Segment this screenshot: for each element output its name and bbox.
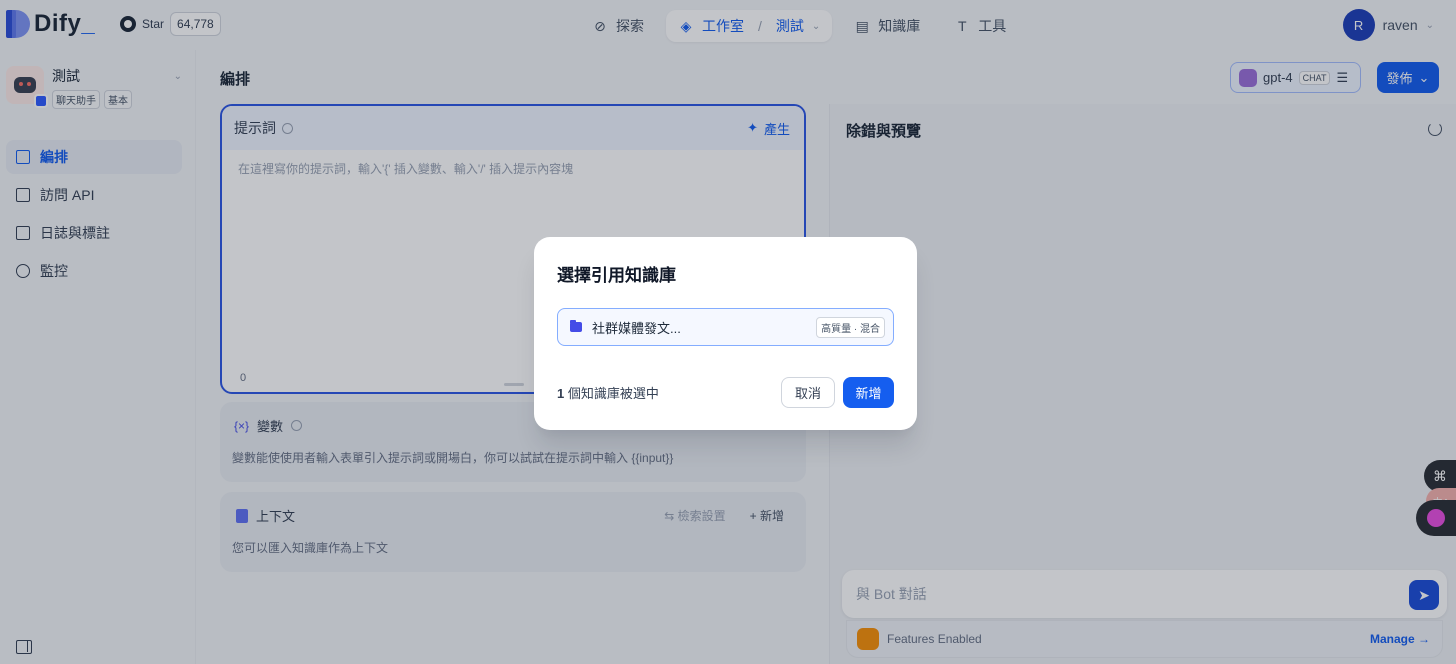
selected-count-label: 個知識庫被選中 (567, 386, 659, 401)
dialog-title: 選擇引用知識庫 (557, 266, 676, 285)
knowledge-name: 社群媒體發文... (592, 320, 681, 336)
add-button[interactable]: 新增 (843, 377, 894, 408)
knowledge-option[interactable]: 社群媒體發文... 高質量 · 混合 (557, 308, 894, 346)
cancel-button[interactable]: 取消 (781, 377, 835, 408)
select-knowledge-dialog: 選擇引用知識庫 社群媒體發文... 高質量 · 混合 1 個知識庫被選中 取消 … (534, 237, 917, 430)
folder-icon (570, 320, 582, 332)
selected-count: 1 個知識庫被選中 (557, 383, 659, 402)
selected-count-number: 1 (557, 386, 565, 401)
knowledge-index-badge: 高質量 · 混合 (816, 316, 885, 338)
